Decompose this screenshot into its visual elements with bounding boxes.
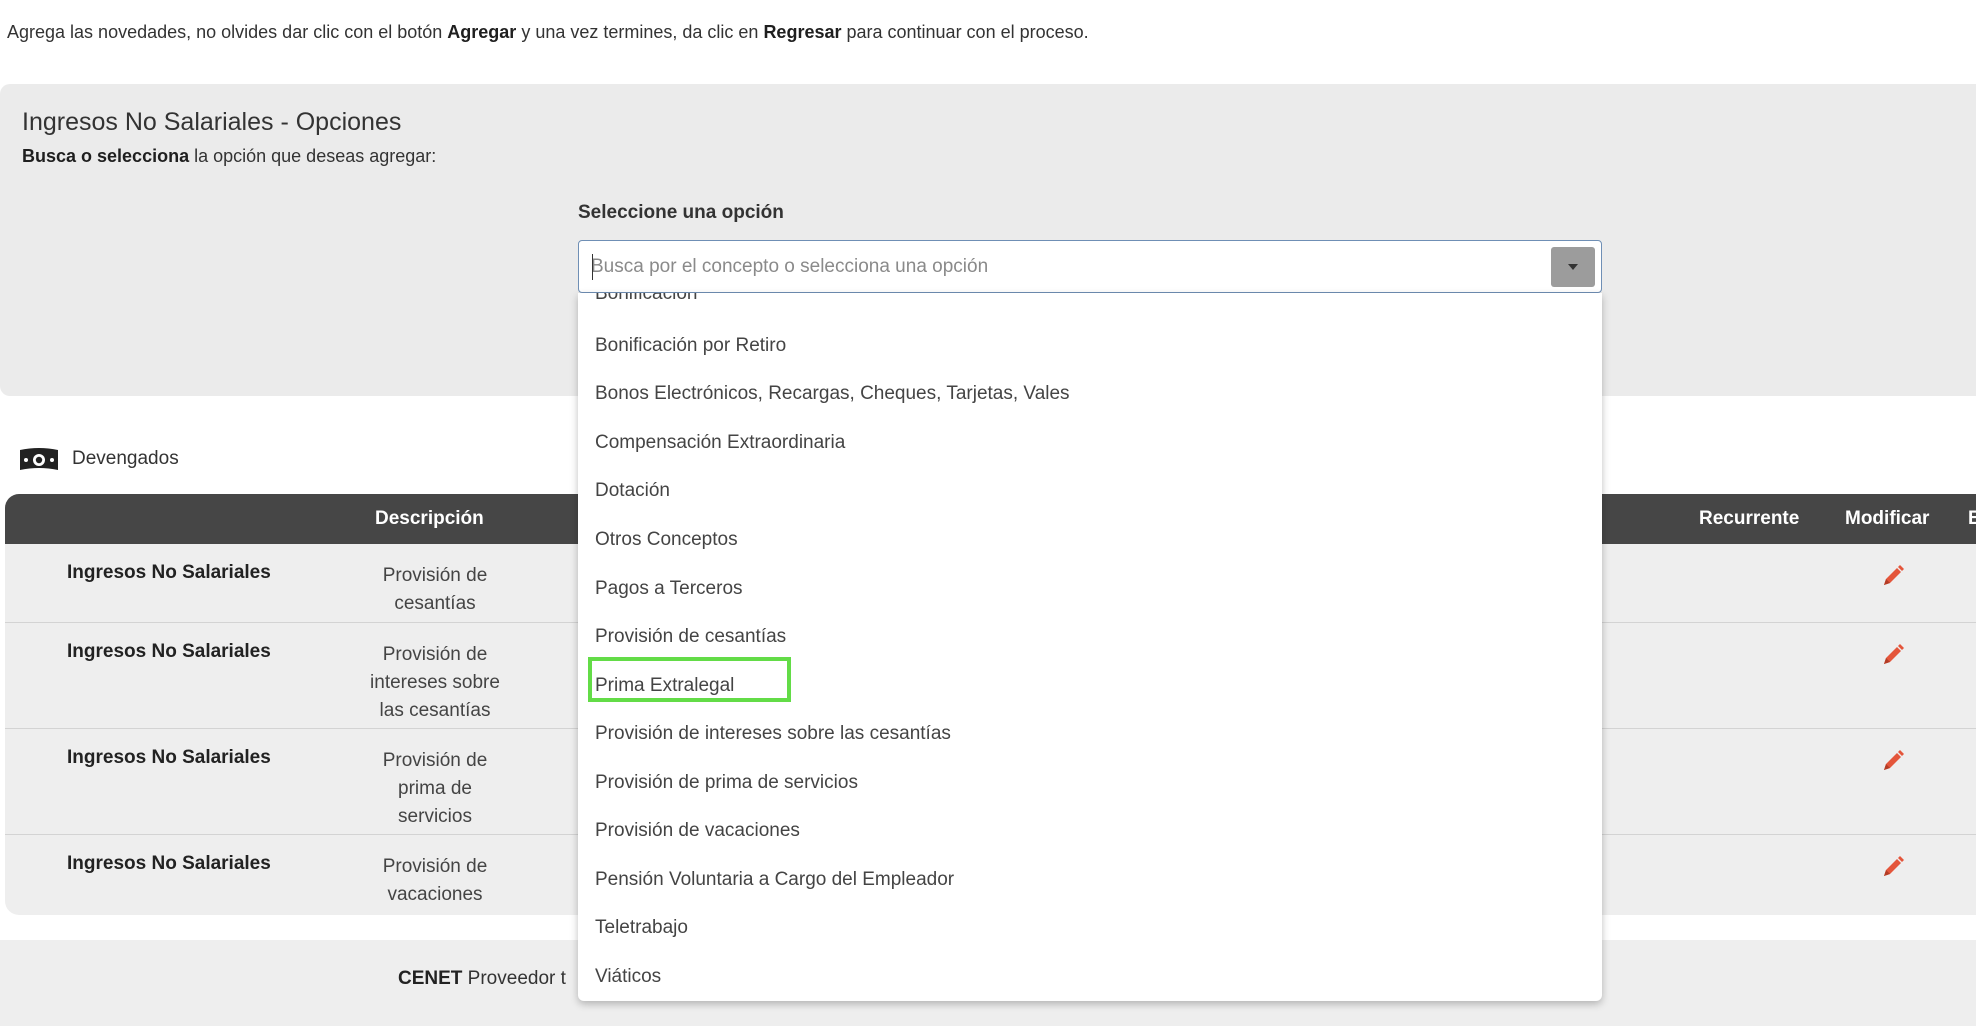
dropdown-option[interactable]: Dotación bbox=[595, 480, 670, 502]
option-select[interactable] bbox=[578, 240, 1602, 293]
row-type: Ingresos No Salariales bbox=[67, 853, 271, 874]
money-icon bbox=[20, 448, 58, 470]
agregar-keyword: Agregar bbox=[447, 22, 517, 42]
dropdown-option[interactable]: Bonificación bbox=[595, 293, 697, 305]
chevron-down-icon[interactable] bbox=[1551, 247, 1595, 287]
dropdown-option[interactable]: Bonos Electrónicos, Recargas, Cheques, T… bbox=[595, 383, 1070, 405]
option-search-input[interactable] bbox=[591, 251, 1551, 283]
dropdown-option[interactable]: Provisión de prima de servicios bbox=[595, 772, 858, 794]
text-caret bbox=[592, 254, 593, 280]
header-cut: E bbox=[1968, 508, 1976, 529]
option-dropdown-list[interactable]: Bonificación Bonificación por Retiro Bon… bbox=[578, 293, 1602, 1001]
header-modificar: Modificar bbox=[1845, 508, 1930, 529]
dropdown-option[interactable]: Provisión de cesantías bbox=[595, 626, 786, 648]
devengados-label: Devengados bbox=[72, 448, 179, 469]
row-description: Provisión de vacaciones bbox=[382, 856, 488, 905]
dropdown-option[interactable]: Viáticos bbox=[595, 966, 661, 988]
dropdown-option[interactable]: Provisión de vacaciones bbox=[595, 820, 800, 842]
pencil-icon[interactable] bbox=[1881, 855, 1905, 879]
row-type: Ingresos No Salariales bbox=[67, 562, 271, 583]
row-description: Provisión de prima de servicios bbox=[382, 750, 488, 827]
dropdown-option[interactable]: Pensión Voluntaria a Cargo del Empleador bbox=[595, 869, 954, 891]
pencil-icon[interactable] bbox=[1881, 564, 1905, 588]
devengados-section-header: Devengados bbox=[18, 444, 179, 474]
panel-subtitle: Busca o selecciona la opción que deseas … bbox=[22, 146, 437, 166]
row-type: Ingresos No Salariales bbox=[67, 747, 271, 768]
highlight-box bbox=[588, 657, 791, 702]
pencil-icon[interactable] bbox=[1881, 643, 1905, 667]
dropdown-option[interactable]: Compensación Extraordinaria bbox=[595, 432, 845, 454]
footer-text: CENET Proveedor t bbox=[398, 968, 566, 989]
dropdown-option[interactable]: Provisión de intereses sobre las cesantí… bbox=[595, 723, 951, 745]
dropdown-option[interactable]: Pagos a Terceros bbox=[595, 578, 743, 600]
dropdown-option[interactable]: Bonificación por Retiro bbox=[595, 335, 786, 357]
select-label: Seleccione una opción bbox=[578, 202, 784, 223]
row-description: Provisión de cesantías bbox=[382, 565, 488, 614]
instruction-text: Agrega las novedades, no olvides dar cli… bbox=[7, 22, 1089, 42]
header-descripcion: Descripción bbox=[375, 508, 484, 529]
header-recurrente: Recurrente bbox=[1699, 508, 1800, 529]
pencil-icon[interactable] bbox=[1881, 749, 1905, 773]
row-type: Ingresos No Salariales bbox=[67, 641, 271, 662]
dropdown-option[interactable]: Otros Conceptos bbox=[595, 529, 738, 551]
panel-title: Ingresos No Salariales - Opciones bbox=[22, 108, 402, 136]
dropdown-option[interactable]: Teletrabajo bbox=[595, 917, 688, 939]
row-description: Provisión de intereses sobre las cesantías bbox=[370, 644, 500, 721]
regresar-keyword: Regresar bbox=[763, 22, 842, 42]
